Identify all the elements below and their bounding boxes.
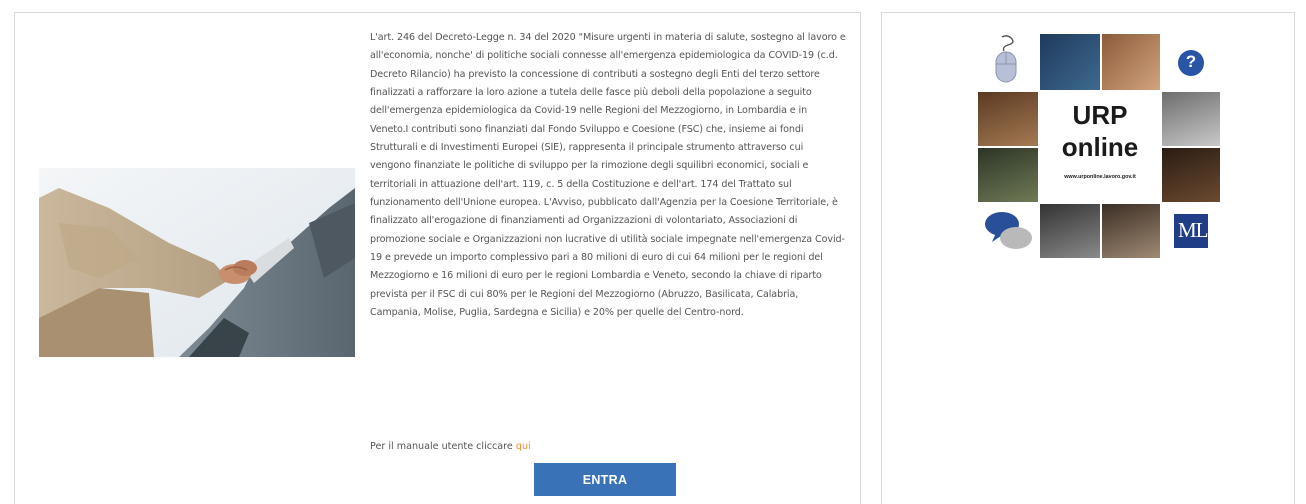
ministry-logo-text: ML xyxy=(1178,218,1208,242)
article-body-text: L'art. 246 del Decreto-Legge n. 34 del 2… xyxy=(370,32,846,319)
urp-title: URP xyxy=(1072,100,1128,130)
photo-tile-4 xyxy=(978,148,1038,202)
manual-text: Per il manuale utente cliccare xyxy=(370,441,516,452)
manual-line: Per il manuale utente cliccare qui xyxy=(370,441,531,452)
article-card: L'art. 246 del Decreto-Legge n. 34 del 2… xyxy=(14,12,861,504)
photo-tile-3 xyxy=(978,92,1038,146)
chat-bubbles-icon xyxy=(985,212,1032,249)
urp-online-banner[interactable]: ? URP online www.urponline.lavoro.gov.it xyxy=(978,34,1220,258)
photo-tile-1 xyxy=(1040,34,1100,90)
photo-tile-2 xyxy=(1102,34,1160,90)
ministry-logo-tile: ML xyxy=(1162,204,1220,258)
manual-link[interactable]: qui xyxy=(516,441,531,452)
question-mark: ? xyxy=(1185,52,1197,71)
urp-subtitle: online xyxy=(1061,132,1139,162)
chat-tile xyxy=(978,204,1038,258)
handshake-photo xyxy=(39,168,355,357)
photo-tile-8 xyxy=(1102,204,1160,258)
ministry-logo: ML xyxy=(1174,214,1208,248)
urp-url: www.urponline.lavoro.gov.it xyxy=(1064,174,1136,180)
question-tile: ? xyxy=(1162,34,1220,90)
photo-tile-7 xyxy=(1040,204,1100,258)
photo-tile-6 xyxy=(1162,148,1220,202)
photo-tile-5 xyxy=(1162,92,1220,146)
urp-card: ? URP online www.urponline.lavoro.gov.it xyxy=(881,12,1295,504)
urp-title-panel: URP online www.urponline.lavoro.gov.it xyxy=(1040,92,1160,202)
mouse-tile xyxy=(978,34,1038,90)
mouse-icon xyxy=(995,35,1017,83)
handshake-illustration xyxy=(39,168,355,357)
entra-button[interactable]: ENTRA xyxy=(534,463,676,496)
